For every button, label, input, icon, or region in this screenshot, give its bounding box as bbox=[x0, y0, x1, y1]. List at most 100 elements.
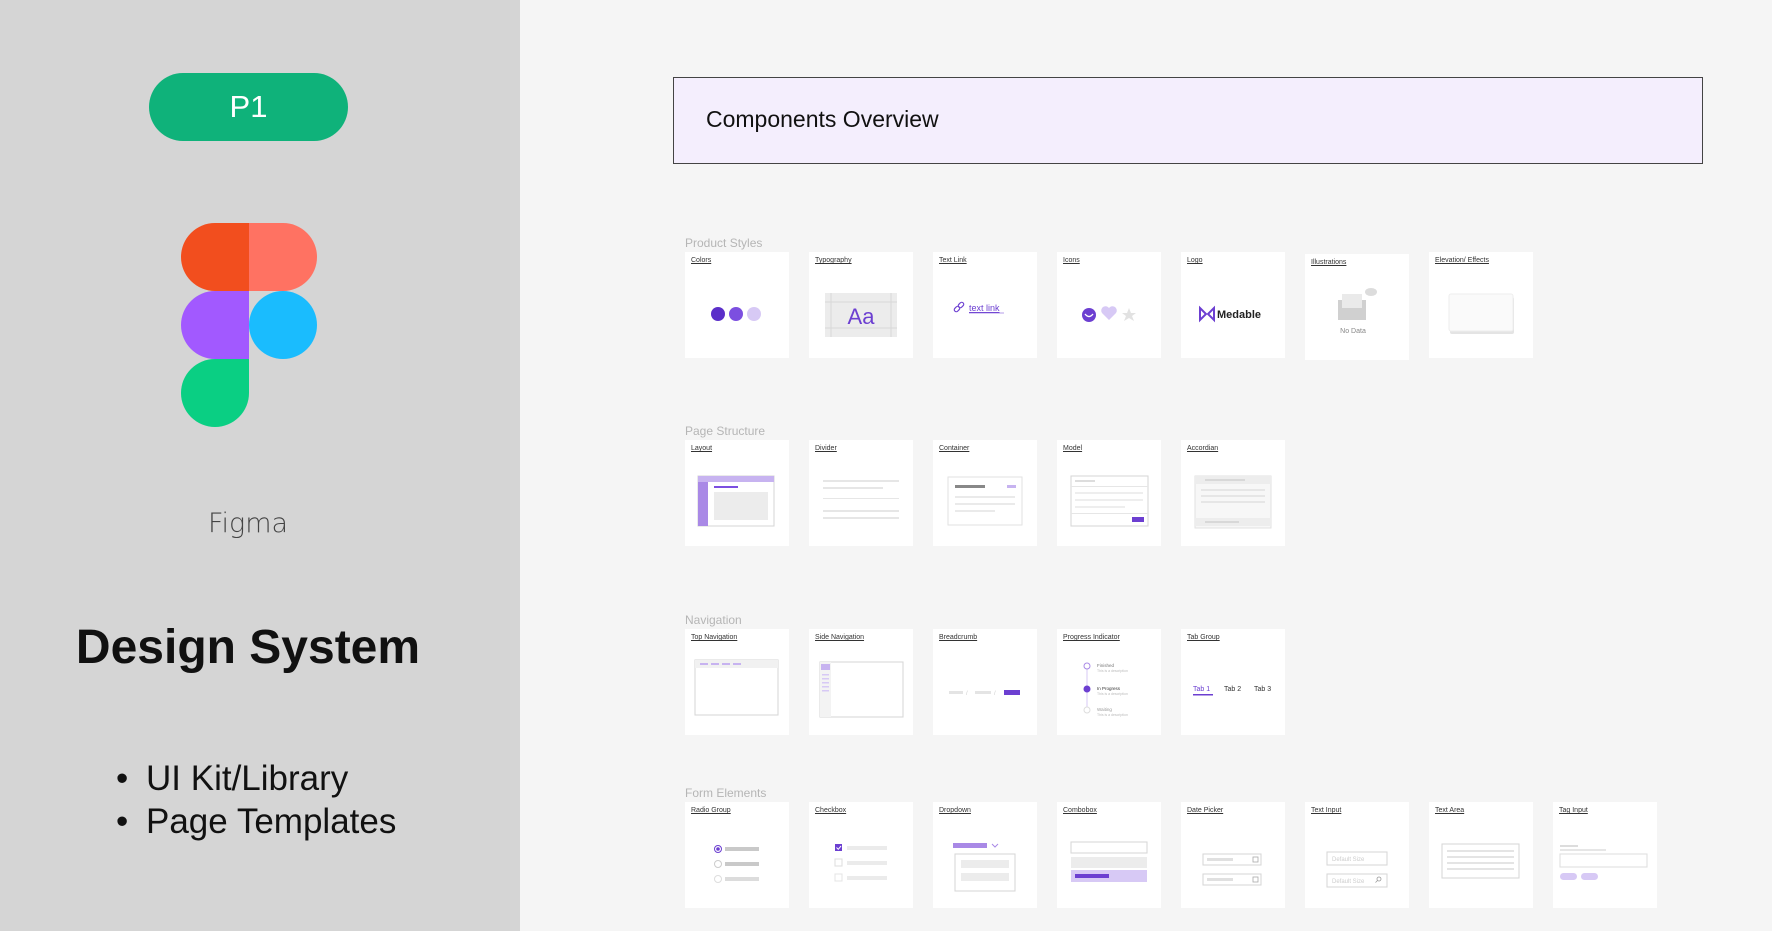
logo-preview: Medable bbox=[1181, 270, 1285, 358]
component-card-top-navigation[interactable]: Top Navigation bbox=[685, 629, 789, 735]
card-label: Model bbox=[1063, 445, 1083, 452]
card-label: Divider bbox=[815, 445, 837, 452]
component-card-tag-input[interactable]: Tag Input bbox=[1553, 802, 1657, 908]
svg-text:/: / bbox=[994, 691, 996, 697]
card-label: Logo bbox=[1187, 257, 1203, 264]
card-label: Tag Input bbox=[1559, 807, 1588, 814]
card-label: Icons bbox=[1063, 257, 1080, 264]
colors-preview bbox=[685, 270, 789, 358]
overview-frame[interactable]: Components Overview bbox=[673, 77, 1703, 164]
component-card-illustrations[interactable]: Illustrations No Data bbox=[1305, 254, 1409, 360]
accordion-preview bbox=[1181, 458, 1285, 546]
page-title: Design System bbox=[75, 621, 421, 674]
modal-preview bbox=[1057, 458, 1161, 546]
container-preview bbox=[933, 458, 1037, 546]
icons-preview bbox=[1057, 270, 1161, 358]
side-navigation-preview bbox=[809, 647, 913, 735]
component-card-container[interactable]: Container bbox=[933, 440, 1037, 546]
card-label: Breadcrumb bbox=[939, 634, 978, 641]
svg-text:No Data: No Data bbox=[1340, 328, 1366, 335]
section-title: Form Elements bbox=[685, 786, 767, 800]
component-card-radio-group[interactable]: Radio Group bbox=[685, 802, 789, 908]
overview-title: Components Overview bbox=[706, 106, 939, 132]
feature-item: • Page Templates bbox=[116, 802, 397, 841]
card-label: Date Picker bbox=[1187, 807, 1224, 814]
component-card-text-input[interactable]: Text Input Default Size Default Size bbox=[1305, 802, 1409, 908]
breadcrumb-preview: / / bbox=[933, 647, 1037, 735]
card-label: Text Input bbox=[1311, 807, 1342, 814]
component-card-divider[interactable]: Divider bbox=[809, 440, 913, 546]
card-label: Combobox bbox=[1063, 807, 1097, 814]
date-picker-preview bbox=[1181, 820, 1285, 908]
component-card-modal[interactable]: Model bbox=[1057, 440, 1161, 546]
card-label: Radio Group bbox=[691, 807, 731, 814]
card-label: Dropdown bbox=[939, 807, 971, 814]
typography-preview: Aa bbox=[809, 270, 913, 358]
combobox-preview bbox=[1057, 820, 1161, 908]
dropdown-preview bbox=[933, 820, 1037, 908]
svg-text:This is a description: This is a description bbox=[1097, 669, 1128, 673]
card-label: Text Link bbox=[939, 257, 967, 264]
illustration-preview: No Data bbox=[1305, 272, 1409, 360]
left-panel: P1 Figma Design System • UI Kit/Library •… bbox=[0, 0, 520, 931]
svg-text:/: / bbox=[966, 691, 968, 697]
svg-text:Default Size: Default Size bbox=[1332, 879, 1365, 885]
card-label: Side Navigation bbox=[815, 634, 865, 641]
component-card-accordion[interactable]: Accordian bbox=[1181, 440, 1285, 546]
card-label: Progress Indicator bbox=[1063, 634, 1120, 641]
top-navigation-preview bbox=[685, 647, 789, 735]
component-card-colors[interactable]: Colors bbox=[685, 252, 789, 358]
component-card-breadcrumb[interactable]: Breadcrumb / / bbox=[933, 629, 1037, 735]
component-card-layout[interactable]: Layout bbox=[685, 440, 789, 546]
svg-text:Tab 3: Tab 3 bbox=[1254, 686, 1271, 693]
component-card-icons[interactable]: Icons bbox=[1057, 252, 1161, 358]
canvas: Components Overview Product Styles Color… bbox=[520, 0, 1772, 931]
component-card-text-link[interactable]: Text Link text link bbox=[933, 252, 1037, 358]
component-card-progress-indicator[interactable]: Progress Indicator Finished This is a de… bbox=[1057, 629, 1161, 735]
feature-item: • UI Kit/Library bbox=[116, 759, 349, 798]
component-card-text-area[interactable]: Text Area bbox=[1429, 802, 1533, 908]
progress-indicator-preview: Finished This is a description In Progre… bbox=[1057, 647, 1161, 735]
tag-input-preview bbox=[1553, 820, 1657, 908]
section-title: Page Structure bbox=[685, 424, 766, 438]
component-card-elevation[interactable]: Elevation/ Effects bbox=[1429, 252, 1533, 358]
component-card-dropdown[interactable]: Dropdown bbox=[933, 802, 1037, 908]
component-card-tab-group[interactable]: Tab Group Tab 1 Tab 2 Tab 3 bbox=[1181, 629, 1285, 735]
svg-text:In Progress: In Progress bbox=[1097, 686, 1121, 691]
component-card-date-picker[interactable]: Date Picker bbox=[1181, 802, 1285, 908]
card-label: Accordian bbox=[1187, 445, 1219, 452]
component-card-typography[interactable]: Typography Aa bbox=[809, 252, 913, 358]
layout-preview bbox=[685, 458, 789, 546]
card-label: Illustrations bbox=[1311, 259, 1347, 266]
divider-preview bbox=[809, 458, 913, 546]
svg-text:Default Size: Default Size bbox=[1332, 857, 1365, 863]
card-label: Colors bbox=[691, 257, 712, 264]
svg-text:Finished: Finished bbox=[1097, 663, 1115, 668]
component-card-logo[interactable]: Logo Medable bbox=[1181, 252, 1285, 358]
component-card-combobox[interactable]: Combobox bbox=[1057, 802, 1161, 908]
section-title: Product Styles bbox=[685, 236, 763, 250]
page-badge: P1 bbox=[149, 73, 348, 141]
svg-text:This is a description: This is a description bbox=[1097, 692, 1128, 696]
feature-list: • UI Kit/Library • Page Templates bbox=[116, 757, 396, 843]
text-input-preview: Default Size Default Size bbox=[1305, 820, 1409, 908]
tab-group-preview: Tab 1 Tab 2 Tab 3 bbox=[1181, 647, 1285, 735]
card-label: Container bbox=[939, 445, 970, 452]
card-label: Typography bbox=[815, 257, 852, 264]
card-label: Text Area bbox=[1435, 807, 1465, 814]
card-label: Top Navigation bbox=[691, 634, 738, 641]
component-card-checkbox[interactable]: Checkbox bbox=[809, 802, 913, 908]
card-label: Elevation/ Effects bbox=[1435, 257, 1489, 264]
elevation-preview bbox=[1429, 270, 1533, 358]
svg-text:text link: text link bbox=[969, 303, 1000, 313]
svg-text:Tab 2: Tab 2 bbox=[1224, 686, 1241, 693]
component-card-side-navigation[interactable]: Side Navigation bbox=[809, 629, 913, 735]
text-area-preview bbox=[1429, 820, 1533, 908]
checkbox-preview bbox=[809, 820, 913, 908]
card-label: Layout bbox=[691, 445, 713, 452]
svg-text:Aa: Aa bbox=[848, 304, 876, 329]
figma-logo bbox=[181, 223, 317, 427]
card-label: Tab Group bbox=[1187, 634, 1220, 641]
radio-group-preview bbox=[685, 820, 789, 908]
page-badge-label: P1 bbox=[229, 89, 268, 124]
